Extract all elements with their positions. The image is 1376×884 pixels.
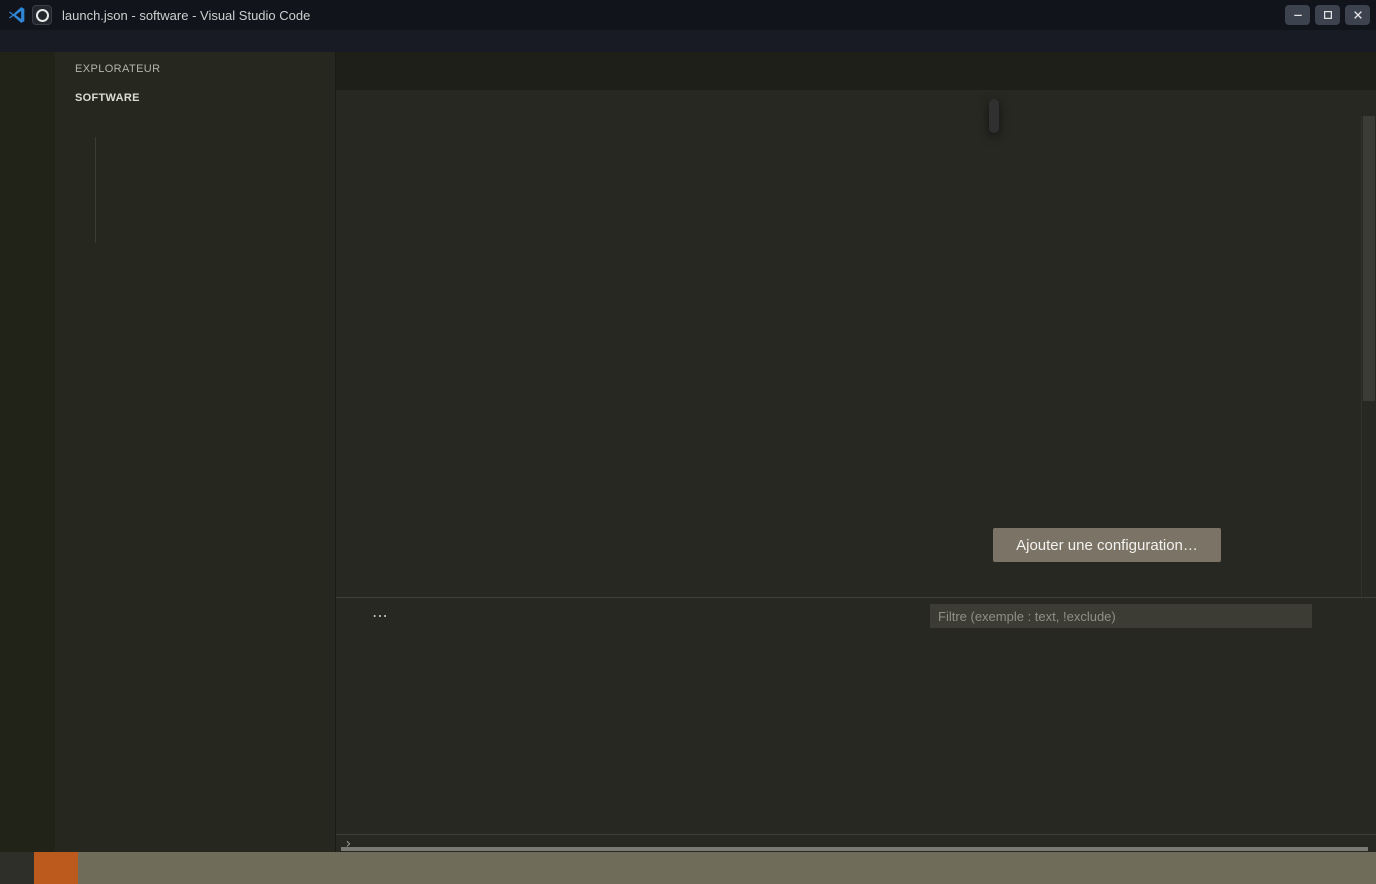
status-bar xyxy=(0,852,1376,884)
workspace-name: SOFTWARE xyxy=(75,92,140,104)
debug-console-filter-input[interactable] xyxy=(930,604,1312,628)
bottom-panel: ⋯ › xyxy=(336,597,1376,852)
minimap[interactable] xyxy=(1304,116,1362,597)
editor-actions xyxy=(1348,52,1376,90)
editor-tab-bar xyxy=(336,52,1376,90)
remote-indicator[interactable] xyxy=(34,852,78,884)
title-bar: launch.json - software - Visual Studio C… xyxy=(0,0,1376,30)
explorer-more-actions-icon[interactable] xyxy=(307,61,323,77)
close-button[interactable] xyxy=(1345,5,1370,25)
window-title: launch.json - software - Visual Studio C… xyxy=(62,8,310,23)
workspace-section-header[interactable]: SOFTWARE xyxy=(55,86,335,110)
maximize-button[interactable] xyxy=(1315,5,1340,25)
app-icon xyxy=(32,5,52,25)
menu-bar xyxy=(0,30,1376,52)
add-configuration-button[interactable]: Ajouter une configuration… xyxy=(993,528,1221,562)
editor-scrollbar[interactable] xyxy=(1363,116,1375,401)
remote-icon xyxy=(49,861,64,876)
activity-bar xyxy=(0,52,55,852)
vscode-logo-icon xyxy=(8,6,26,24)
debug-console-output[interactable] xyxy=(336,634,1376,834)
vscode-window: launch.json - software - Visual Studio C… xyxy=(0,0,1376,884)
statusbar-lead-segment xyxy=(0,852,34,884)
code-editor[interactable]: Ajouter une configuration… xyxy=(336,116,1376,597)
debug-toolbar xyxy=(989,99,999,133)
panel-tab-bar: ⋯ xyxy=(336,598,1376,634)
panel-more-icon[interactable]: ⋯ xyxy=(372,606,389,626)
window-controls xyxy=(1285,5,1370,25)
minimize-button[interactable] xyxy=(1285,5,1310,25)
explorer-title: EXPLORATEUR xyxy=(75,63,161,75)
chevron-down-icon xyxy=(59,91,73,105)
breadcrumb[interactable] xyxy=(336,90,1376,116)
editor-area: Ajouter une configuration… ⋯ › xyxy=(335,52,1376,852)
panel-horizontal-scrollbar[interactable] xyxy=(341,847,1368,851)
explorer-sidebar: EXPLORATEUR SOFTWARE xyxy=(55,52,335,852)
